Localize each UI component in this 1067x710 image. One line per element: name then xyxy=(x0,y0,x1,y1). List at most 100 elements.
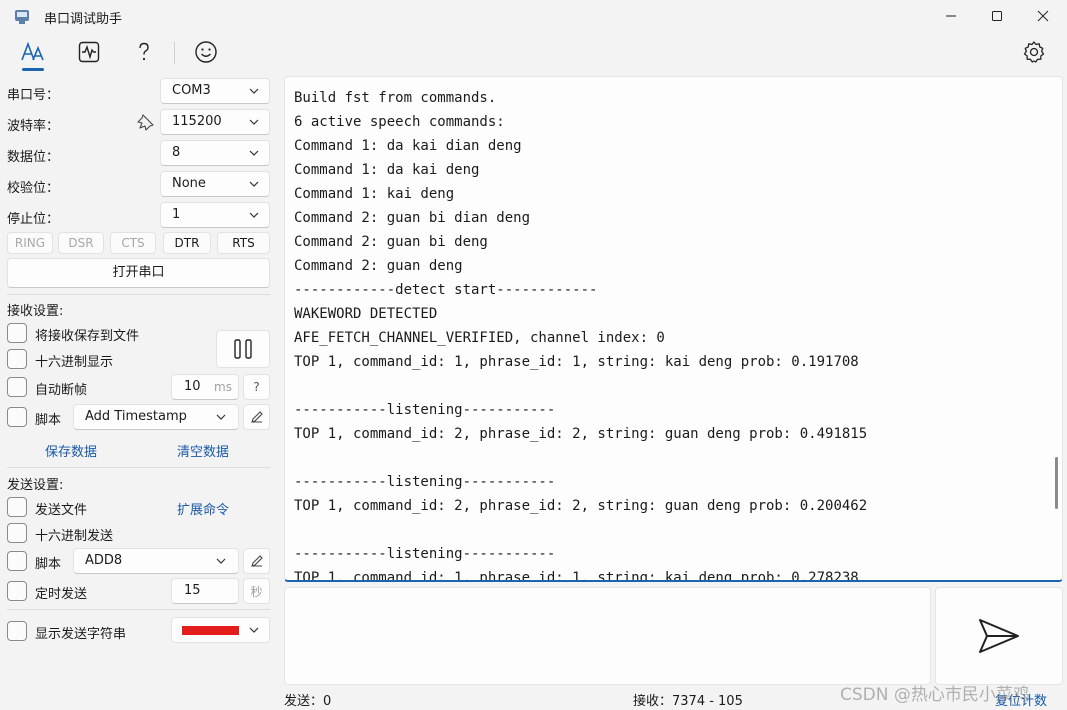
ring-indicator: RING xyxy=(7,232,53,254)
clear-data-link[interactable]: 清空数据 xyxy=(177,441,229,460)
log-line: Command 1: da kai deng xyxy=(294,162,480,178)
log-line: -----------listening----------- xyxy=(294,474,556,490)
rts-toggle[interactable]: RTS xyxy=(217,232,270,254)
divider xyxy=(7,294,270,295)
maximize-button[interactable] xyxy=(974,0,1020,32)
auto-frame-unit: ms xyxy=(214,380,232,394)
waveform-button[interactable] xyxy=(71,36,107,68)
receive-log: Build fst from commands. 6 active speech … xyxy=(294,86,868,580)
log-line: Command 1: da kai dian deng xyxy=(294,138,522,154)
dtr-toggle[interactable]: DTR xyxy=(163,232,211,254)
smiley-icon xyxy=(195,41,217,63)
timed-send-value: 15 xyxy=(184,583,201,598)
hex-send-checkbox[interactable] xyxy=(7,523,27,543)
open-port-button[interactable]: 打开串口 xyxy=(7,258,270,288)
send-script-checkbox[interactable] xyxy=(7,551,27,571)
log-line: -----------listening----------- xyxy=(294,402,556,418)
help-button[interactable] xyxy=(126,36,162,68)
title-bar: 串口调试助手 xyxy=(0,0,1067,32)
baud-value: 115200 xyxy=(172,114,222,129)
active-tab-indicator xyxy=(22,68,44,71)
stopbits-select[interactable]: 1 xyxy=(160,202,270,228)
pause-icon xyxy=(234,339,252,359)
databits-label: 数据位： xyxy=(7,150,60,165)
chevron-down-icon xyxy=(249,119,259,125)
baud-select[interactable]: 115200 xyxy=(160,109,270,135)
log-line: -----------listening----------- xyxy=(294,546,556,562)
timed-send-unit: 秒 xyxy=(243,578,270,604)
receive-script-value: Add Timestamp xyxy=(85,409,187,424)
log-line: ------------detect start------------ xyxy=(294,282,598,298)
receive-script-label: 脚本 xyxy=(35,413,62,428)
settings-button[interactable] xyxy=(1016,36,1052,68)
baud-label: 波特率： xyxy=(7,119,60,134)
extend-command-link[interactable]: 扩展命令 xyxy=(177,499,229,518)
pencil-icon xyxy=(250,411,263,423)
send-textbox[interactable] xyxy=(284,587,931,685)
font-settings-button[interactable] xyxy=(15,36,51,68)
send-script-label: 脚本 xyxy=(35,557,62,572)
log-line: 6 active speech commands: xyxy=(294,114,505,130)
log-line: AFE_FETCH_CHANNEL_VERIFIED, channel inde… xyxy=(294,330,665,346)
auto-frame-help-button[interactable]: ? xyxy=(243,374,270,400)
minimize-button[interactable] xyxy=(928,0,974,32)
send-button[interactable] xyxy=(935,587,1063,685)
receive-script-select[interactable]: Add Timestamp xyxy=(73,404,239,430)
hex-display-label: 十六进制显示 xyxy=(35,355,114,370)
auto-frame-value: 10 xyxy=(184,379,201,394)
stopbits-label: 停止位： xyxy=(7,212,60,227)
receive-textbox[interactable]: Build fst from commands. 6 active speech … xyxy=(284,76,1063,582)
toolbar xyxy=(0,32,1067,72)
auto-frame-input[interactable]: 10 ms xyxy=(171,374,239,400)
send-settings-title: 发送设置: xyxy=(7,478,64,493)
waveform-icon xyxy=(78,41,100,63)
watermark: CSDN @热心市民小菜鸡 xyxy=(840,685,1030,705)
close-button[interactable] xyxy=(1020,0,1066,32)
timed-send-input[interactable]: 15 xyxy=(171,578,239,604)
pin-icon[interactable] xyxy=(137,113,155,131)
receive-script-checkbox[interactable] xyxy=(7,407,27,427)
log-line: TOP 1, command_id: 2, phrase_id: 2, stri… xyxy=(294,498,868,514)
send-script-value: ADD8 xyxy=(85,553,123,568)
databits-select[interactable]: 8 xyxy=(160,140,270,166)
port-value: COM3 xyxy=(172,83,211,98)
scrollbar-thumb[interactable] xyxy=(1055,457,1058,509)
chevron-down-icon xyxy=(249,181,259,187)
timed-send-label: 定时发送 xyxy=(35,587,88,602)
log-line: Build fst from commands. xyxy=(294,90,497,106)
pencil-icon xyxy=(250,555,263,567)
window-title: 串口调试助手 xyxy=(44,12,123,27)
log-line: Command 2: guan deng xyxy=(294,258,463,274)
log-line: Command 2: guan bi deng xyxy=(294,234,488,250)
send-string-color-select[interactable] xyxy=(171,617,270,643)
save-data-link[interactable]: 保存数据 xyxy=(45,441,97,460)
edit-receive-script-button[interactable] xyxy=(243,404,270,430)
show-send-string-checkbox[interactable] xyxy=(7,621,27,641)
hex-display-checkbox[interactable] xyxy=(7,349,27,369)
auto-frame-checkbox[interactable] xyxy=(7,377,27,397)
emoji-button[interactable] xyxy=(188,36,224,68)
log-line: TOP 1, command_id: 2, phrase_id: 2, stri… xyxy=(294,426,868,442)
parity-select[interactable]: None xyxy=(160,171,270,197)
edit-send-script-button[interactable] xyxy=(243,548,270,574)
chevron-down-icon xyxy=(249,88,259,94)
send-script-select[interactable]: ADD8 xyxy=(73,548,239,574)
log-line: Command 1: kai deng xyxy=(294,186,455,202)
color-swatch xyxy=(182,626,239,635)
send-file-checkbox[interactable] xyxy=(7,497,27,517)
auto-frame-label: 自动断帧 xyxy=(35,383,88,398)
divider xyxy=(7,467,270,468)
timed-send-checkbox[interactable] xyxy=(7,581,27,601)
cts-indicator: CTS xyxy=(110,232,156,254)
port-select[interactable]: COM3 xyxy=(160,78,270,104)
pause-button[interactable] xyxy=(216,330,270,368)
save-to-file-label: 将接收保存到文件 xyxy=(35,329,140,344)
dsr-indicator: DSR xyxy=(58,232,104,254)
received-count: 接收：7374 - 105 xyxy=(633,694,743,709)
save-to-file-checkbox[interactable] xyxy=(7,323,27,343)
databits-value: 8 xyxy=(172,145,181,160)
send-file-label: 发送文件 xyxy=(35,503,88,518)
app-icon xyxy=(15,10,29,24)
